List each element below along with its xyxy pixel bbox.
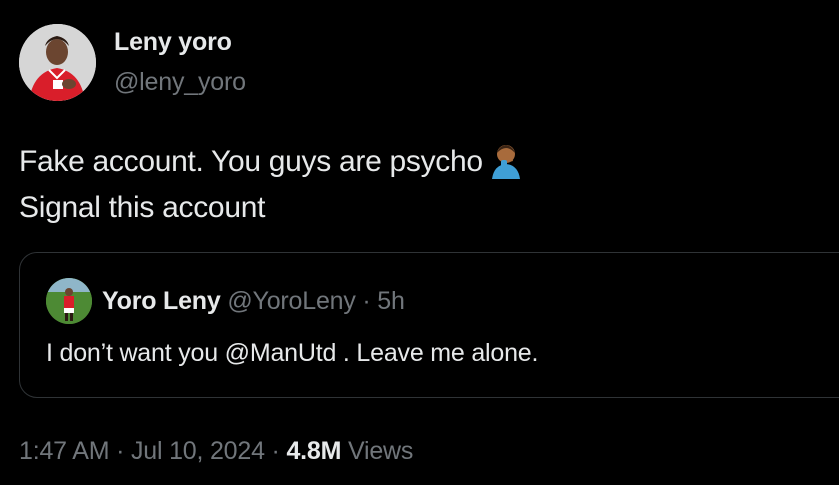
author-avatar-image: [19, 24, 96, 101]
views-count[interactable]: 4.8M: [286, 437, 341, 465]
views-label: Views: [347, 437, 414, 465]
tweet-date[interactable]: Jul 10, 2024: [131, 437, 265, 465]
meta-separator-1: ·: [116, 437, 125, 465]
tweet-text-line-2: Signal this account: [19, 191, 266, 224]
quoted-tweet-card[interactable]: Yoro Leny @YoroLeny · 5h I don’t want yo…: [19, 252, 839, 398]
quoted-author-display-name[interactable]: Yoro Leny: [102, 287, 221, 315]
author-handle[interactable]: @leny_yoro: [114, 68, 246, 97]
quoted-tweet-time[interactable]: 5h: [377, 287, 405, 315]
author-avatar[interactable]: [19, 24, 96, 101]
quoted-author-handle[interactable]: @YoroLeny: [227, 287, 356, 315]
tweet-line-2: Signal this account: [19, 185, 523, 231]
tweet-text-line-1: Fake account. You guys are psycho: [19, 145, 483, 178]
tweet: Leny yoro @leny_yoro Fake account. You g…: [0, 0, 839, 485]
tweet-meta: 1:47 AM · Jul 10, 2024 · 4.8M Views: [19, 437, 413, 466]
tweet-line-1: Fake account. You guys are psycho: [19, 139, 523, 185]
tweet-body: Fake account. You guys are psycho Signal…: [19, 139, 523, 231]
quoted-author-avatar-image: [46, 278, 92, 324]
quoted-header-separator: ·: [362, 287, 371, 315]
facepalm-emoji-icon: [489, 141, 523, 179]
author-display-name[interactable]: Leny yoro: [114, 28, 232, 57]
meta-separator-2: ·: [271, 437, 280, 465]
quoted-tweet-text: I don’t want you @ManUtd . Leave me alon…: [46, 339, 539, 367]
quoted-author-avatar[interactable]: [46, 278, 92, 324]
quoted-tweet-header: Yoro Leny @YoroLeny · 5h: [102, 287, 405, 316]
tweet-time[interactable]: 1:47 AM: [19, 437, 110, 465]
